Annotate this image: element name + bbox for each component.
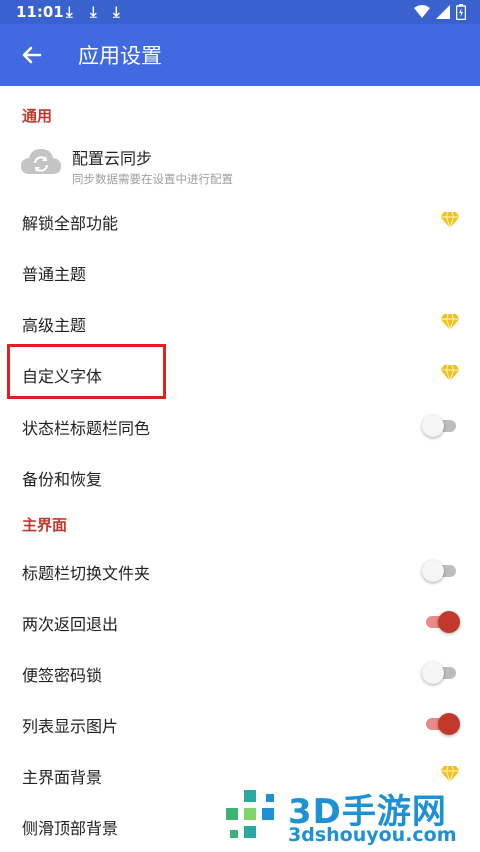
page-title: 应用设置 [78,44,162,68]
unlock-all-row[interactable]: 解锁全部功能 [0,196,480,246]
back-arrow-icon[interactable] [18,38,46,72]
title-switch-folder-row[interactable]: 标题栏切换文件夹 [0,546,480,596]
statusbar-same-color-toggle[interactable] [422,415,460,437]
note-password-lock-toggle[interactable] [422,662,460,684]
premium-diamond-icon [440,313,460,331]
note-password-lock-row[interactable]: 便签密码锁 [0,648,480,698]
title-switch-folder-toggle[interactable] [422,560,460,582]
cloud-sync-row[interactable]: 配置云同步 同步数据需要在设置中进行配置 [0,136,480,194]
battery-icon [456,4,466,20]
cloud-sync-icon [21,149,61,174]
app-bar: 应用设置 [0,24,480,86]
list-show-images-row[interactable]: 列表显示图片 [0,699,480,749]
normal-theme-row[interactable]: 普通主题 [0,247,480,297]
drawer-top-background-label: 侧滑顶部背景 [22,819,119,838]
status-bar: 11:01 ⤓ ⤓ ⤓ [0,0,480,24]
list-show-images-label: 列表显示图片 [22,717,119,736]
section-header-main-ui: 主界面 [22,516,68,534]
premium-diamond-icon [440,364,460,382]
advanced-theme-label: 高级主题 [22,316,87,335]
double-back-exit-row[interactable]: 两次返回退出 [0,597,480,647]
download-icon: ⤓ [90,3,97,21]
system-icons [414,4,466,20]
main-background-label: 主界面背景 [22,768,103,787]
double-back-exit-label: 两次返回退出 [22,615,119,634]
note-password-lock-label: 便签密码锁 [22,666,103,685]
watermark-logo-icon [226,790,274,838]
cloud-sync-subtitle: 同步数据需要在设置中进行配置 [72,172,233,186]
double-back-exit-toggle[interactable] [422,611,460,633]
download-icon: ⤓ [66,3,73,21]
unlock-all-label: 解锁全部功能 [22,214,119,233]
signal-icon [436,5,450,19]
advanced-theme-row[interactable]: 高级主题 [0,298,480,348]
download-icon: ⤓ [113,3,120,21]
highlight-box [7,344,166,399]
section-header-general: 通用 [22,107,53,125]
backup-restore-label: 备份和恢复 [22,470,103,489]
watermark-url: 3dshouyou.com [288,824,457,846]
normal-theme-label: 普通主题 [22,265,87,284]
statusbar-same-color-row[interactable]: 状态栏标题栏同色 [0,401,480,451]
status-time: 11:01 [16,3,64,21]
title-switch-folder-label: 标题栏切换文件夹 [22,564,151,583]
backup-restore-row[interactable]: 备份和恢复 [0,452,480,502]
statusbar-same-color-label: 状态栏标题栏同色 [22,419,151,438]
list-show-images-toggle[interactable] [422,713,460,735]
wifi-icon [414,5,430,18]
premium-diamond-icon [440,211,460,229]
cloud-sync-title: 配置云同步 [72,149,153,168]
watermark: 3D手游网 3dshouyou.com [222,780,480,852]
